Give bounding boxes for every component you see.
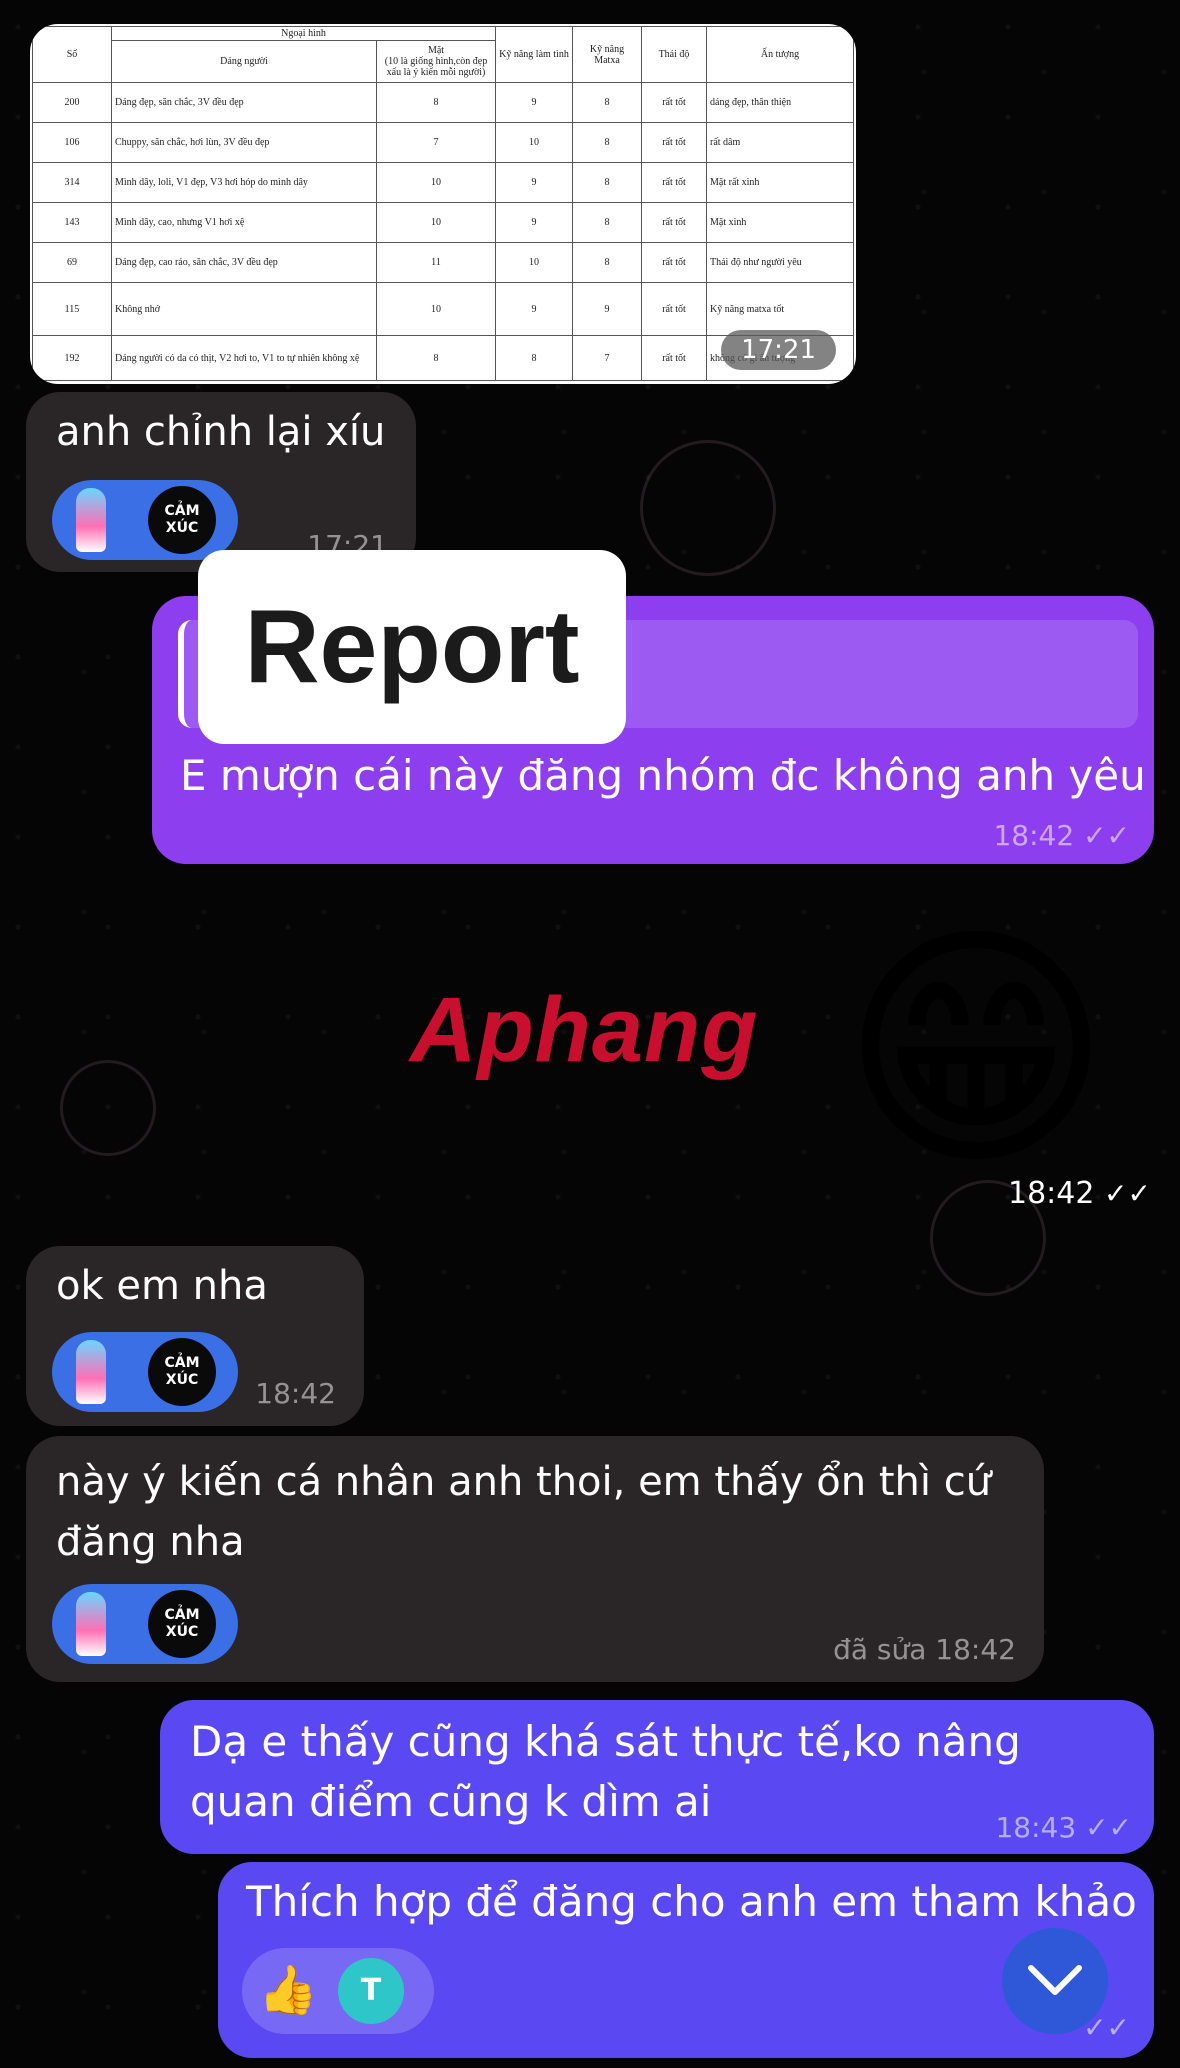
incoming-message[interactable]: ok em nha CẢM XÚC 18:42 [26,1246,364,1426]
table-row: 314 Mình dây, loli, V1 đẹp, V3 hơi hóp do… [32,162,854,203]
sticker-figure-icon [76,1340,106,1404]
reaction-chip[interactable]: CẢM XÚC [52,1332,238,1412]
sticker-figure-icon [76,1592,106,1656]
col-header-so: Số [32,26,112,83]
read-checks-icon: ✓✓ [1085,1811,1132,1844]
message-time: 18:42 ✓✓ [1008,1176,1151,1211]
sticker-figure-icon [76,488,106,552]
table-row: 106 Chuppy, săn chắc, hơi lùn, 3V đều đẹp… [32,122,854,163]
col-header-ky-nang-lam-tinh: Kỹ năng làm tình [495,26,573,83]
reaction-chip[interactable]: CẢM XÚC [52,480,238,560]
incoming-message[interactable]: anh chỉnh lại xíu CẢM XÚC 17:21 [26,392,416,572]
col-header-mat: Mặt (10 là giống hình,còn đẹp xấu là ý k… [376,40,496,83]
message-text: Thích hợp để đăng cho anh em tham khảo [246,1877,1137,1926]
reaction-chip[interactable]: 👍 T [242,1948,434,2034]
read-checks-icon: ✓✓ [1104,1177,1151,1210]
watermark-logo: Aphang [410,979,759,1081]
reaction-badge: CẢM XÚC [148,486,216,554]
message-time: đã sửa 18:42 [833,1633,1016,1666]
message-text: này ý kiến cá nhân anh thoi, em thấy ổn … [56,1459,992,1565]
message-time: 18:42 [255,1377,336,1410]
table-row: 115 Không nhớ 10 9 9 rất tốt Kỹ năng matxa tốt [32,282,854,336]
message-text: anh chỉnh lại xíu [56,409,386,455]
reaction-badge: CẢM XÚC [148,1338,216,1406]
chevron-down-icon [1028,1965,1082,1995]
col-group-ngoai-hinh: Ngoại hình [111,26,496,41]
message-text: Dạ e thấy cũng khá sát thực tế,ko nâng q… [190,1717,1021,1826]
message-time: 18:42 ✓✓ [993,819,1130,852]
col-header-an-tuong: Ấn tượng [706,26,854,83]
col-header-ky-nang-matxa: Kỹ năng Matxa [572,26,642,83]
reaction-chip[interactable]: CẢM XÚC [52,1584,238,1664]
col-header-thai-do: Thái độ [641,26,707,83]
review-table: Số Ngoại hình Kỹ năng làm tình Kỹ năng M… [32,26,854,381]
image-message-table[interactable]: Số Ngoại hình Kỹ năng làm tình Kỹ năng M… [30,24,856,384]
avatar: T [338,1958,404,2024]
message-time: 18:43 ✓✓ [995,1811,1132,1844]
table-row: 200 Dáng đẹp, săn chắc, 3V đều đẹp 8 9 8 rất … [32,82,854,123]
thumbs-up-icon: 👍 [258,1962,318,2018]
read-checks-icon: ✓✓ [1083,819,1130,852]
message-text: ok em nha [56,1263,268,1309]
emoji-message[interactable]: 😁 [826,906,1126,1196]
scroll-down-button[interactable] [1002,1928,1108,2034]
col-header-dang-nguoi: Dáng người [111,40,377,83]
message-text: E mượn cái này đăng nhóm đc không anh yê… [180,751,1146,800]
message-time: 17:21 [721,330,836,370]
outgoing-message[interactable]: Dạ e thấy cũng khá sát thực tế,ko nâng q… [160,1700,1154,1854]
background-doodle [60,1060,156,1156]
background-doodle [640,440,776,576]
report-overlay: Report [198,550,626,744]
reply-title: Report [244,588,580,705]
reaction-badge: CẢM XÚC [148,1590,216,1658]
table-row: 69 Dáng đẹp, cao ráo, săn chắc, 3V đều đẹ… [32,242,854,283]
table-row: 143 Mình dây, cao, nhưng V1 hơi xệ 10 9 8 rất… [32,202,854,243]
incoming-message[interactable]: này ý kiến cá nhân anh thoi, em thấy ổn … [26,1436,1044,1682]
